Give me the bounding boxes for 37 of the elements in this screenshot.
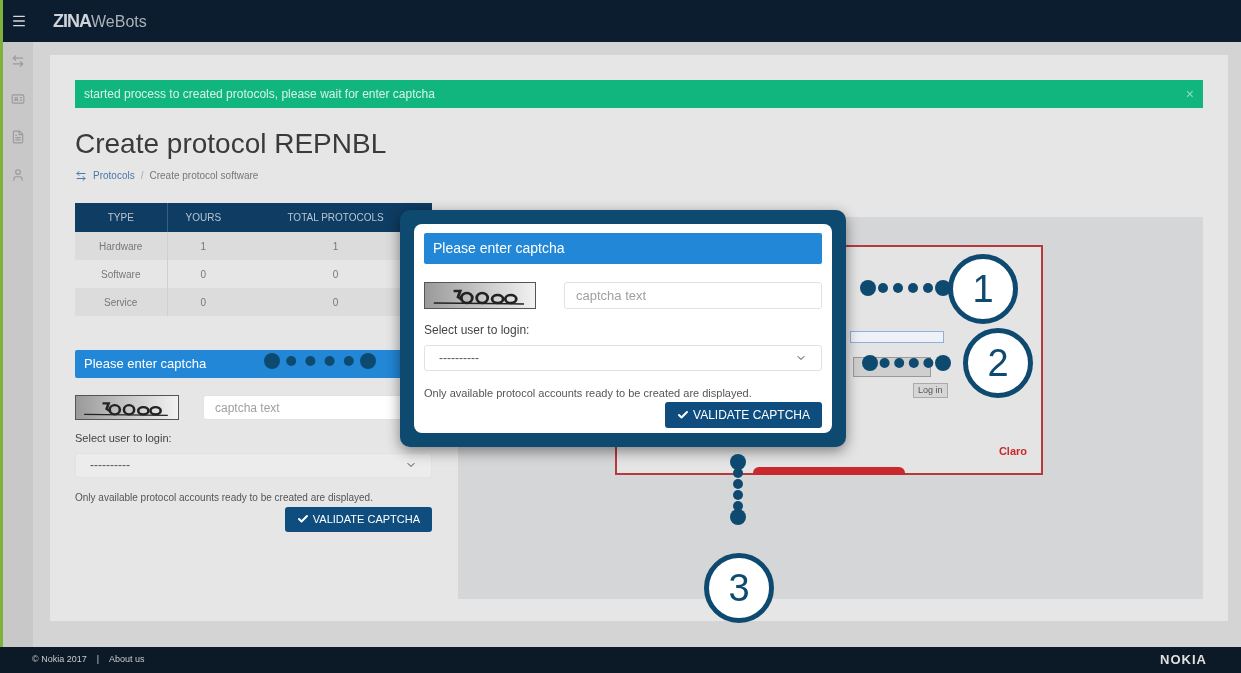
check-icon (677, 408, 690, 421)
table-cell: 0 (167, 260, 240, 288)
about-link[interactable]: About us (109, 653, 145, 667)
footer-separator: | (96, 653, 99, 667)
table-cell: 1 (167, 232, 240, 260)
table-cell: Service (75, 288, 167, 316)
logo: ZINAWeBots (53, 9, 147, 33)
table-cell: 0 (239, 288, 432, 316)
column-header: TOTAL PROTOCOLS (239, 203, 432, 232)
id-card-icon[interactable] (11, 92, 25, 106)
check-icon (296, 513, 309, 525)
arrows-icon (75, 169, 87, 182)
brand-logo: NOKIA (1160, 651, 1207, 670)
table-cell: 0 (167, 288, 240, 316)
field-label: Select user to login: (75, 431, 173, 446)
note-text: Only available protocol accounts ready to be created are displayed. (75, 490, 374, 505)
field-label: Select user to login: (424, 322, 531, 339)
validate-button[interactable]: VALIDATE CAPTCHA (665, 401, 822, 428)
brand-logo: Claro (998, 444, 1027, 459)
file-icon[interactable] (11, 130, 25, 144)
breadcrumb-link[interactable]: Protocols (93, 168, 135, 183)
column-header: YOURS (167, 203, 240, 232)
user-select[interactable]: ---------- (75, 452, 432, 478)
validate-button[interactable]: VALIDATE CAPTCHA (284, 506, 432, 532)
user-icon[interactable] (11, 168, 25, 182)
leader-line (730, 454, 746, 525)
login-button[interactable]: Log in (913, 383, 948, 398)
arrows-icon[interactable] (11, 54, 25, 68)
breadcrumb-current: Create protocol software (149, 169, 259, 183)
panel-header: Please enter captcha (424, 233, 822, 264)
menu-icon[interactable] (11, 13, 27, 29)
captcha-input[interactable]: captcha text (564, 282, 822, 309)
page-title: Create protocol REPNBL (75, 127, 388, 161)
copyright-text: © Nokia 2017 (32, 653, 87, 667)
user-select[interactable]: ---------- (424, 345, 822, 371)
breadcrumb-separator: / (140, 169, 144, 183)
alert-text: started process to created protocols, please wait for enter captcha (84, 86, 435, 103)
